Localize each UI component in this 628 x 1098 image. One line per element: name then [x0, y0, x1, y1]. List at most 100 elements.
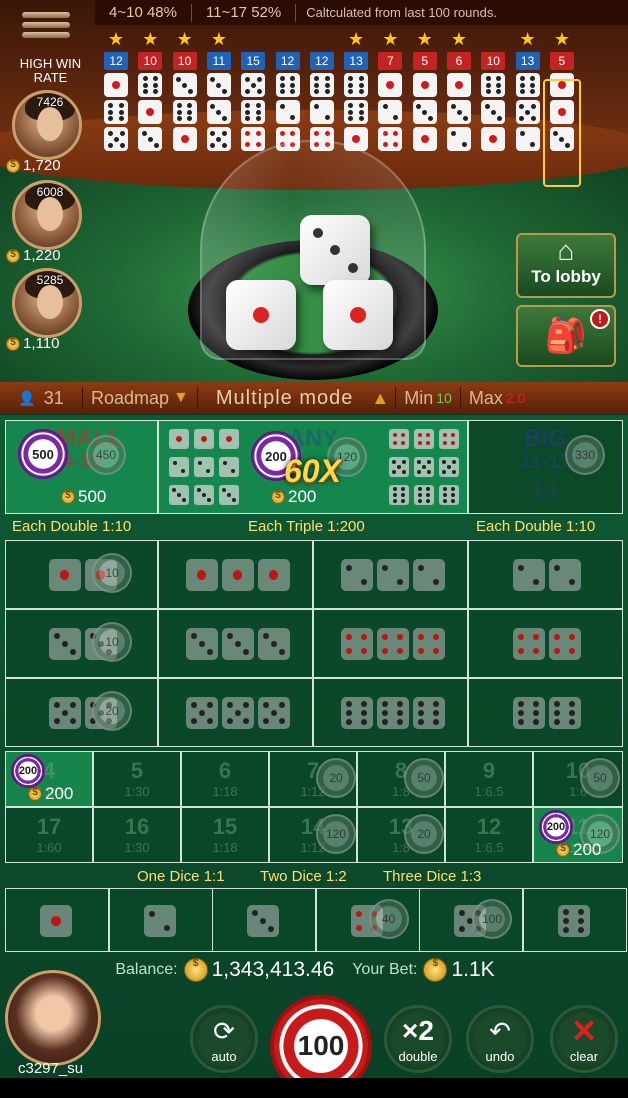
double-bet-cell[interactable]: 20 — [5, 678, 158, 747]
bet-small[interactable]: SMALL4-10500450500 — [5, 420, 158, 514]
total-bet-cell[interactable]: 15 1:18 — [181, 807, 269, 863]
board-die — [185, 697, 218, 729]
pip — [231, 469, 236, 474]
history-column[interactable]: ★ 5 — [410, 28, 440, 158]
total-bet-cell[interactable]: 9 1:6.5 — [445, 751, 533, 807]
bet-chip: 50 — [580, 758, 620, 798]
history-sum: 15 — [241, 52, 266, 70]
history-column[interactable]: ★ 12 — [101, 28, 131, 158]
pip — [496, 75, 502, 81]
player-avatar[interactable]: 5285 — [12, 268, 82, 338]
total-bet-cell[interactable]: 111:6120200200 — [533, 807, 623, 863]
pip — [392, 470, 396, 474]
multiplier-badge: 60X — [284, 453, 341, 489]
history-column[interactable]: ★ 10 — [170, 28, 200, 158]
bet-chip: 500 — [18, 429, 68, 479]
coin-icon — [423, 958, 448, 982]
total-number: 16 — [124, 814, 150, 839]
history-column[interactable]: 10 — [478, 28, 508, 158]
double-bet-cell[interactable] — [468, 609, 623, 678]
small-pct: 48% — [146, 4, 177, 21]
pip — [153, 142, 159, 148]
total-bet-cell[interactable]: 13 1:8 20 — [357, 807, 445, 863]
player-avatar[interactable]: 7426 — [12, 90, 82, 160]
coin-icon — [183, 958, 208, 982]
total-bet-cell[interactable]: 17 1:60 — [5, 807, 93, 863]
board-die — [143, 905, 176, 937]
board-die — [376, 697, 409, 729]
roadmap-toggle[interactable]: Roadmap ▼ — [83, 388, 197, 409]
caret-up-icon[interactable]: ▲ — [371, 388, 389, 409]
bet-any-triple[interactable]: ANY20012020060X — [158, 420, 468, 514]
pip — [210, 130, 216, 136]
pip — [396, 718, 403, 725]
pip — [442, 487, 447, 492]
history-column[interactable]: ★ 7 — [375, 28, 405, 158]
history-column[interactable]: ★ 10 — [135, 28, 165, 158]
bag-button[interactable]: 🎒 ! — [516, 305, 616, 367]
menu-icon[interactable] — [22, 8, 70, 48]
triple-bet-cell[interactable] — [313, 609, 468, 678]
history-die — [172, 73, 197, 97]
your-bet-label: Your Bet: — [352, 961, 418, 978]
triple-bet-cell[interactable] — [313, 540, 468, 609]
total-bet-cell[interactable]: 12 1:6.5 — [445, 807, 533, 863]
pip — [119, 130, 125, 136]
pip — [206, 469, 211, 474]
star-icon — [238, 28, 268, 52]
single-dice-bet[interactable] — [5, 888, 109, 952]
mode-label[interactable]: Multiple mode — [198, 387, 372, 410]
auto-button[interactable]: ⟳ auto — [190, 1005, 258, 1073]
total-bet-cell[interactable]: 5 1:30 — [93, 751, 181, 807]
total-bet-cell[interactable]: 41:60200200 — [5, 751, 93, 807]
triple-bet-cell[interactable] — [158, 678, 313, 747]
board-die — [40, 905, 72, 937]
history-column[interactable]: ★ 13 — [341, 28, 371, 158]
player-avatar[interactable]: 6008 — [12, 180, 82, 250]
pip — [418, 710, 425, 716]
undo-icon: ↶ — [489, 1016, 511, 1046]
history-column[interactable]: 15 — [238, 28, 268, 158]
pip — [314, 75, 320, 81]
pip — [519, 115, 525, 121]
double-button[interactable]: ×2 double — [384, 1005, 452, 1073]
history-sum: 6 — [447, 52, 471, 70]
pip — [518, 564, 525, 571]
history-column[interactable]: 12 — [307, 28, 337, 158]
bet-big[interactable]: BIG 11-17 1:1 330 — [468, 420, 623, 514]
triple-bet-cell[interactable] — [313, 678, 468, 747]
to-lobby-button[interactable]: ⌂ To lobby — [516, 233, 616, 298]
double-bet-cell[interactable] — [468, 678, 623, 747]
pip — [177, 493, 181, 497]
total-bet-cell[interactable]: 14 1:12 120 — [269, 807, 357, 863]
total-bet-cell[interactable]: 16 1:30 — [93, 807, 181, 863]
single-dice-bet[interactable] — [212, 888, 316, 952]
clear-button[interactable]: ✕ clear — [550, 1005, 618, 1073]
triple-bet-cell[interactable] — [158, 609, 313, 678]
undo-button[interactable]: ↶ undo — [466, 1005, 534, 1073]
history-column[interactable]: ★ 13 — [513, 28, 543, 158]
triple-bet-cell[interactable] — [158, 540, 313, 609]
single-dice-bet[interactable] — [108, 888, 213, 952]
history-column[interactable]: ★ 11 — [204, 28, 234, 158]
double-bet-cell[interactable]: 10 — [5, 609, 158, 678]
single-dice-bet[interactable] — [522, 888, 627, 952]
pip — [255, 102, 261, 108]
pip — [172, 460, 177, 465]
history-column[interactable]: ★ 6 — [444, 28, 474, 158]
total-bet-cell[interactable]: 7 1:12 20 — [269, 751, 357, 807]
single-dice-bet[interactable]: 40 — [315, 888, 420, 952]
history-column[interactable]: 12 — [273, 28, 303, 158]
pip — [198, 641, 205, 647]
total-bet-cell[interactable]: 10 1:6 50 — [533, 751, 623, 807]
single-dice-bet[interactable]: 100 — [419, 888, 523, 952]
my-avatar[interactable] — [5, 970, 101, 1066]
history-die — [378, 100, 403, 124]
star-icon: ★ — [176, 29, 193, 49]
total-bet-cell[interactable]: 8 1:8 50 — [357, 751, 445, 807]
history-sum: 10 — [481, 52, 506, 70]
pip — [234, 710, 241, 716]
total-bet-cell[interactable]: 6 1:18 — [181, 751, 269, 807]
double-bet-cell[interactable]: 10 — [5, 540, 158, 609]
double-bet-cell[interactable] — [468, 540, 623, 609]
